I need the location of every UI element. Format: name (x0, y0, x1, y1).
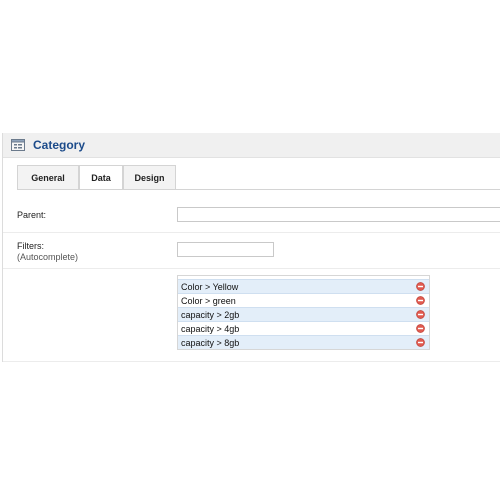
list-item: Color > green (178, 293, 429, 307)
list-item: Color > Yellow (178, 279, 429, 293)
parent-input[interactable] (177, 207, 500, 222)
remove-circle-icon[interactable] (416, 338, 425, 347)
panel-header: Category (3, 133, 500, 158)
category-list-icon (11, 139, 25, 151)
category-panel: Category General Data Design Parent: Fil… (2, 133, 500, 362)
filter-list[interactable]: Color > Yellow Color > green capacity > … (177, 275, 430, 350)
filter-item-label: Color > green (181, 296, 236, 306)
filter-item-label: capacity > 8gb (181, 338, 240, 348)
tab-design[interactable]: Design (123, 165, 176, 189)
page-title: Category (33, 138, 86, 152)
tab-general[interactable]: General (17, 165, 79, 189)
filter-item-label: capacity > 2gb (181, 310, 240, 320)
remove-circle-icon[interactable] (416, 282, 425, 291)
tab-data[interactable]: Data (79, 165, 123, 190)
filter-item-label: capacity > 4gb (181, 324, 240, 334)
list-item: capacity > 2gb (178, 307, 429, 321)
list-item: capacity > 8gb (178, 335, 429, 349)
filters-input[interactable] (177, 242, 274, 257)
parent-label: Parent: (17, 210, 47, 220)
filters-label: Filters: (17, 241, 44, 251)
list-item: capacity > 4gb (178, 321, 429, 335)
filters-sublabel: (Autocomplete) (17, 252, 79, 262)
filters-row: Filters: (Autocomplete) (3, 233, 500, 269)
remove-circle-icon[interactable] (416, 296, 425, 305)
parent-row: Parent: (3, 195, 500, 233)
tab-divider (17, 189, 500, 190)
remove-circle-icon[interactable] (416, 310, 425, 319)
filter-item-label: Color > Yellow (181, 282, 239, 292)
remove-circle-icon[interactable] (416, 324, 425, 333)
